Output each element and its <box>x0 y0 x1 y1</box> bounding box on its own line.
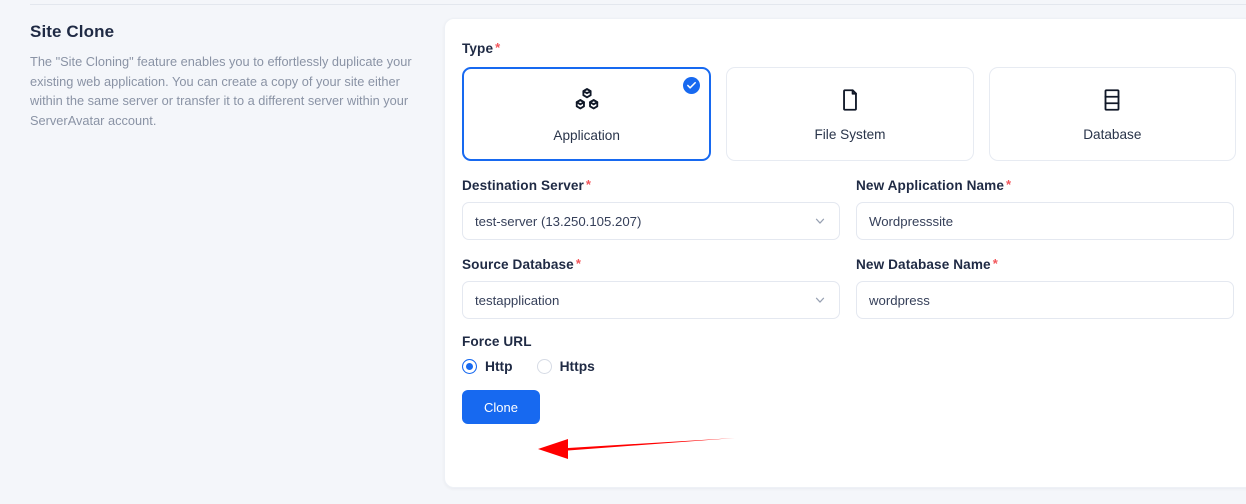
force-url-option-label: Https <box>559 359 595 374</box>
new-database-name-field: New Database Name * wordpress <box>856 257 1234 319</box>
radio-https[interactable] <box>536 359 552 374</box>
destination-server-label: Destination Server * <box>462 177 592 193</box>
new-database-name-value: wordpress <box>869 292 930 308</box>
force-url-field: Force URL Http Https <box>462 334 1236 374</box>
new-database-name-label: New Database Name * <box>856 256 998 272</box>
type-option-file-system[interactable]: File System <box>726 67 974 161</box>
radio-http[interactable] <box>462 359 477 374</box>
type-field-group: Type * Application File System Database <box>462 41 1236 161</box>
file-icon <box>837 87 863 118</box>
type-option-label: Application <box>553 127 620 143</box>
form-row-1: Destination Server * test-server (13.250.… <box>462 178 1236 240</box>
force-url-option-http[interactable]: Http <box>462 359 513 374</box>
new-application-name-field: New Application Name * Wordpresssite <box>856 178 1234 240</box>
required-marker: * <box>585 177 592 192</box>
force-url-option-label: Http <box>485 359 513 374</box>
new-application-name-input[interactable]: Wordpresssite <box>856 202 1234 240</box>
force-url-option-https[interactable]: Https <box>536 359 595 374</box>
new-application-name-value: Wordpresssite <box>869 213 954 229</box>
required-marker: * <box>1006 177 1012 192</box>
type-option-database[interactable]: Database <box>988 67 1236 161</box>
cubes-icon <box>573 86 601 119</box>
page-top-divider <box>30 4 1246 5</box>
clone-button[interactable]: Clone <box>462 390 540 424</box>
source-database-field: Source Database * testapplication <box>462 257 840 319</box>
new-application-name-label: New Application Name * <box>856 177 1012 193</box>
destination-server-value: test-server (13.250.105.207) <box>475 213 642 229</box>
destination-server-field: Destination Server * test-server (13.250.… <box>462 178 840 240</box>
chevron-down-icon <box>813 214 827 228</box>
form-row-2: Source Database * testapplication New Dat… <box>462 257 1236 319</box>
type-options: Application File System Database <box>462 67 1236 161</box>
type-option-application[interactable]: Application <box>462 67 712 161</box>
source-database-select[interactable]: testapplication <box>462 281 840 319</box>
required-marker: * <box>495 40 501 55</box>
force-url-label: Force URL <box>462 334 532 349</box>
source-database-value: testapplication <box>475 292 560 308</box>
page-title: Site Clone <box>30 22 115 41</box>
destination-server-select[interactable]: test-server (13.250.105.207) <box>462 202 840 240</box>
force-url-options: Http Https <box>462 359 1236 374</box>
check-circle-icon <box>683 77 701 94</box>
required-marker: * <box>992 256 998 271</box>
type-option-label: Database <box>1083 126 1142 142</box>
info-panel: Site Clone The "Site Cloning" feature en… <box>30 22 420 130</box>
required-marker: * <box>575 256 581 271</box>
type-label: Type * <box>462 40 501 56</box>
type-option-label: File System <box>814 126 886 142</box>
source-database-label: Source Database * <box>462 256 581 272</box>
chevron-down-icon <box>813 293 827 307</box>
database-icon <box>1099 87 1125 118</box>
page-description: The "Site Cloning" feature enables you t… <box>30 54 412 128</box>
clone-form-card: Type * Application File System Database … <box>444 18 1246 488</box>
new-database-name-input[interactable]: wordpress <box>856 281 1234 319</box>
site-clone-page: Site Clone The "Site Cloning" feature en… <box>0 0 1246 504</box>
